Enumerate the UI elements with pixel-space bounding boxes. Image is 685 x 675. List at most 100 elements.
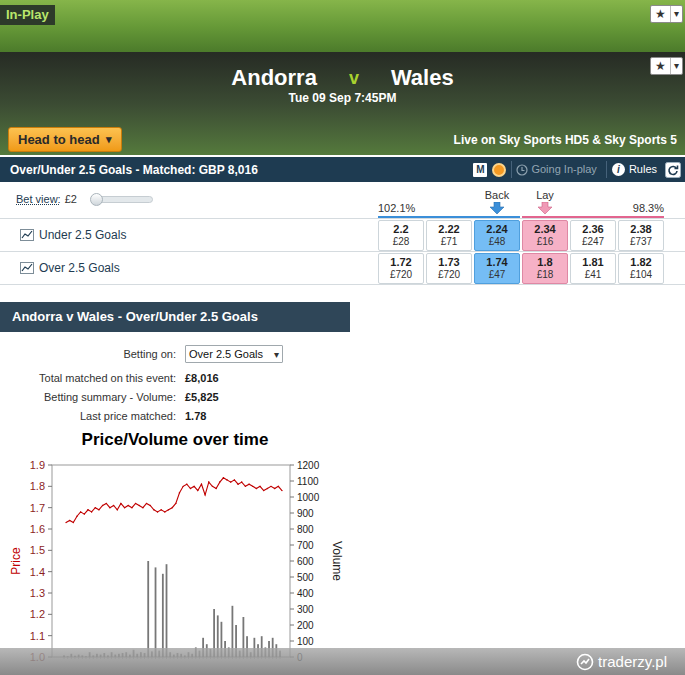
price-point [259,486,260,487]
summary-label: Total matched on this event: [0,370,185,387]
lay-price-cell[interactable]: 2.38£737 [618,220,664,251]
price[interactable]: 2.36 [582,223,603,236]
rules-link[interactable]: i Rules [606,161,657,178]
price-point [215,488,216,489]
size[interactable]: £18 [537,269,554,281]
volume-tick: 100 [297,636,314,647]
price-point [219,481,220,482]
price[interactable]: 1.74 [486,256,507,269]
lay-price-cell[interactable]: 2.36£247 [570,220,616,251]
star-icon[interactable]: ★ [651,58,670,74]
size[interactable]: £104 [630,269,652,281]
chart-icon[interactable] [20,229,34,241]
betting-on-select[interactable]: Over 2.5 Goals▾ [185,345,283,363]
price-point [84,513,85,514]
price[interactable]: 2.34 [534,223,555,236]
price-tick: 1.7 [30,502,45,514]
clock-icon [516,164,528,176]
size[interactable]: £737 [630,236,652,248]
back-price-cell[interactable]: 1.74£47 [474,253,520,284]
slider-knob[interactable] [90,193,103,206]
summary-label: Betting summary - Volume: [0,389,185,406]
market-bar: Over/Under 2.5 Goals - Matched: GBP 8,01… [0,157,685,182]
going-in-play: Going In-play [511,161,600,178]
in-play-strip: In-Play★▾ [0,0,685,52]
price-line [66,478,282,523]
column-header-row: Bet view:£2102.1%BackLay98.3% [0,182,685,219]
price[interactable]: 2.24 [486,223,507,236]
price-point [256,488,257,489]
size[interactable]: £28 [393,236,410,248]
price[interactable]: 2.2 [393,223,408,236]
size[interactable]: £47 [489,269,506,281]
favourite-menu[interactable]: ★▾ [650,5,683,23]
price-tick: 1.8 [30,480,45,492]
volume-tick: 1000 [297,492,320,503]
volume-tick: 800 [297,524,314,535]
price[interactable]: 1.81 [582,256,603,269]
size[interactable]: £71 [441,236,458,248]
price[interactable]: 1.73 [438,256,459,269]
price[interactable]: 2.22 [438,223,459,236]
price-tick: 1.6 [30,523,45,535]
bet-view: Bet view:£2 [0,182,378,218]
rules-label[interactable]: Rules [629,161,657,178]
price-point [102,505,103,506]
volume-tick: 700 [297,540,314,551]
size[interactable]: £16 [537,236,554,248]
price-tick: 1.5 [30,544,45,556]
price-tick: 1.9 [30,459,45,471]
live-dot-icon [492,163,506,177]
back-price-cell[interactable]: 2.2£28 [378,220,424,251]
size[interactable]: £41 [585,269,602,281]
broadcast-info: Live on Sky Sports HD5 & Sky Sports 5 [454,133,677,152]
price[interactable]: 1.82 [630,256,651,269]
price-point [248,484,249,485]
head-to-head-button[interactable]: Head to head▾ [8,127,122,152]
back-price-cell[interactable]: 1.73£720 [426,253,472,284]
back-price-cell[interactable]: 2.24£48 [474,220,520,251]
price-point [241,481,242,482]
runner-name: Under 2.5 Goals [39,226,126,244]
price-point [175,503,176,504]
lay-price-cell[interactable]: 1.8£18 [522,253,568,284]
back-price-cell[interactable]: 1.72£720 [378,253,424,284]
bet-view-label[interactable]: Bet view: [16,191,61,208]
chart-icon[interactable] [20,262,34,274]
price-point [139,505,140,506]
size[interactable]: £720 [438,269,460,281]
volume-tick: 500 [297,572,314,583]
info-icon[interactable]: i [612,163,625,176]
event-datetime: Tue 09 Sep 7:45PM [0,91,685,105]
volume-bar [162,574,164,657]
lay-price-cell[interactable]: 2.34£16 [522,220,568,251]
refresh-icon[interactable] [665,162,681,178]
volume-tick: 1100 [297,476,319,487]
bet-view-amount: £2 [65,191,77,208]
summary-label: Last price matched: [0,408,185,425]
price[interactable]: 2.38 [630,223,651,236]
lay-price-cell[interactable]: 1.82£104 [618,253,664,284]
multiples-badge[interactable]: M [473,163,487,177]
star-icon[interactable]: ★ [651,6,670,22]
betting-on-label: Betting on: [0,346,185,363]
size[interactable]: £48 [489,236,506,248]
price[interactable]: 1.8 [537,256,552,269]
size[interactable]: £720 [390,269,412,281]
favourite-menu[interactable]: ★▾ [650,57,683,75]
caret-icon[interactable]: ▾ [670,6,682,22]
price-point [201,484,202,485]
price[interactable]: 1.72 [390,256,411,269]
price-point [168,509,169,510]
size[interactable]: £247 [582,236,604,248]
price-point [120,503,121,504]
bet-view-slider[interactable] [95,196,153,203]
price-point [270,486,271,487]
back-label: Back [485,189,509,202]
back-price-cell[interactable]: 2.22£71 [426,220,472,251]
price-point [153,509,154,510]
lay-price-cell[interactable]: 1.81£41 [570,253,616,284]
volume-tick: 300 [297,604,314,615]
price-tick: 1.2 [30,608,45,620]
caret-icon[interactable]: ▾ [670,58,682,74]
